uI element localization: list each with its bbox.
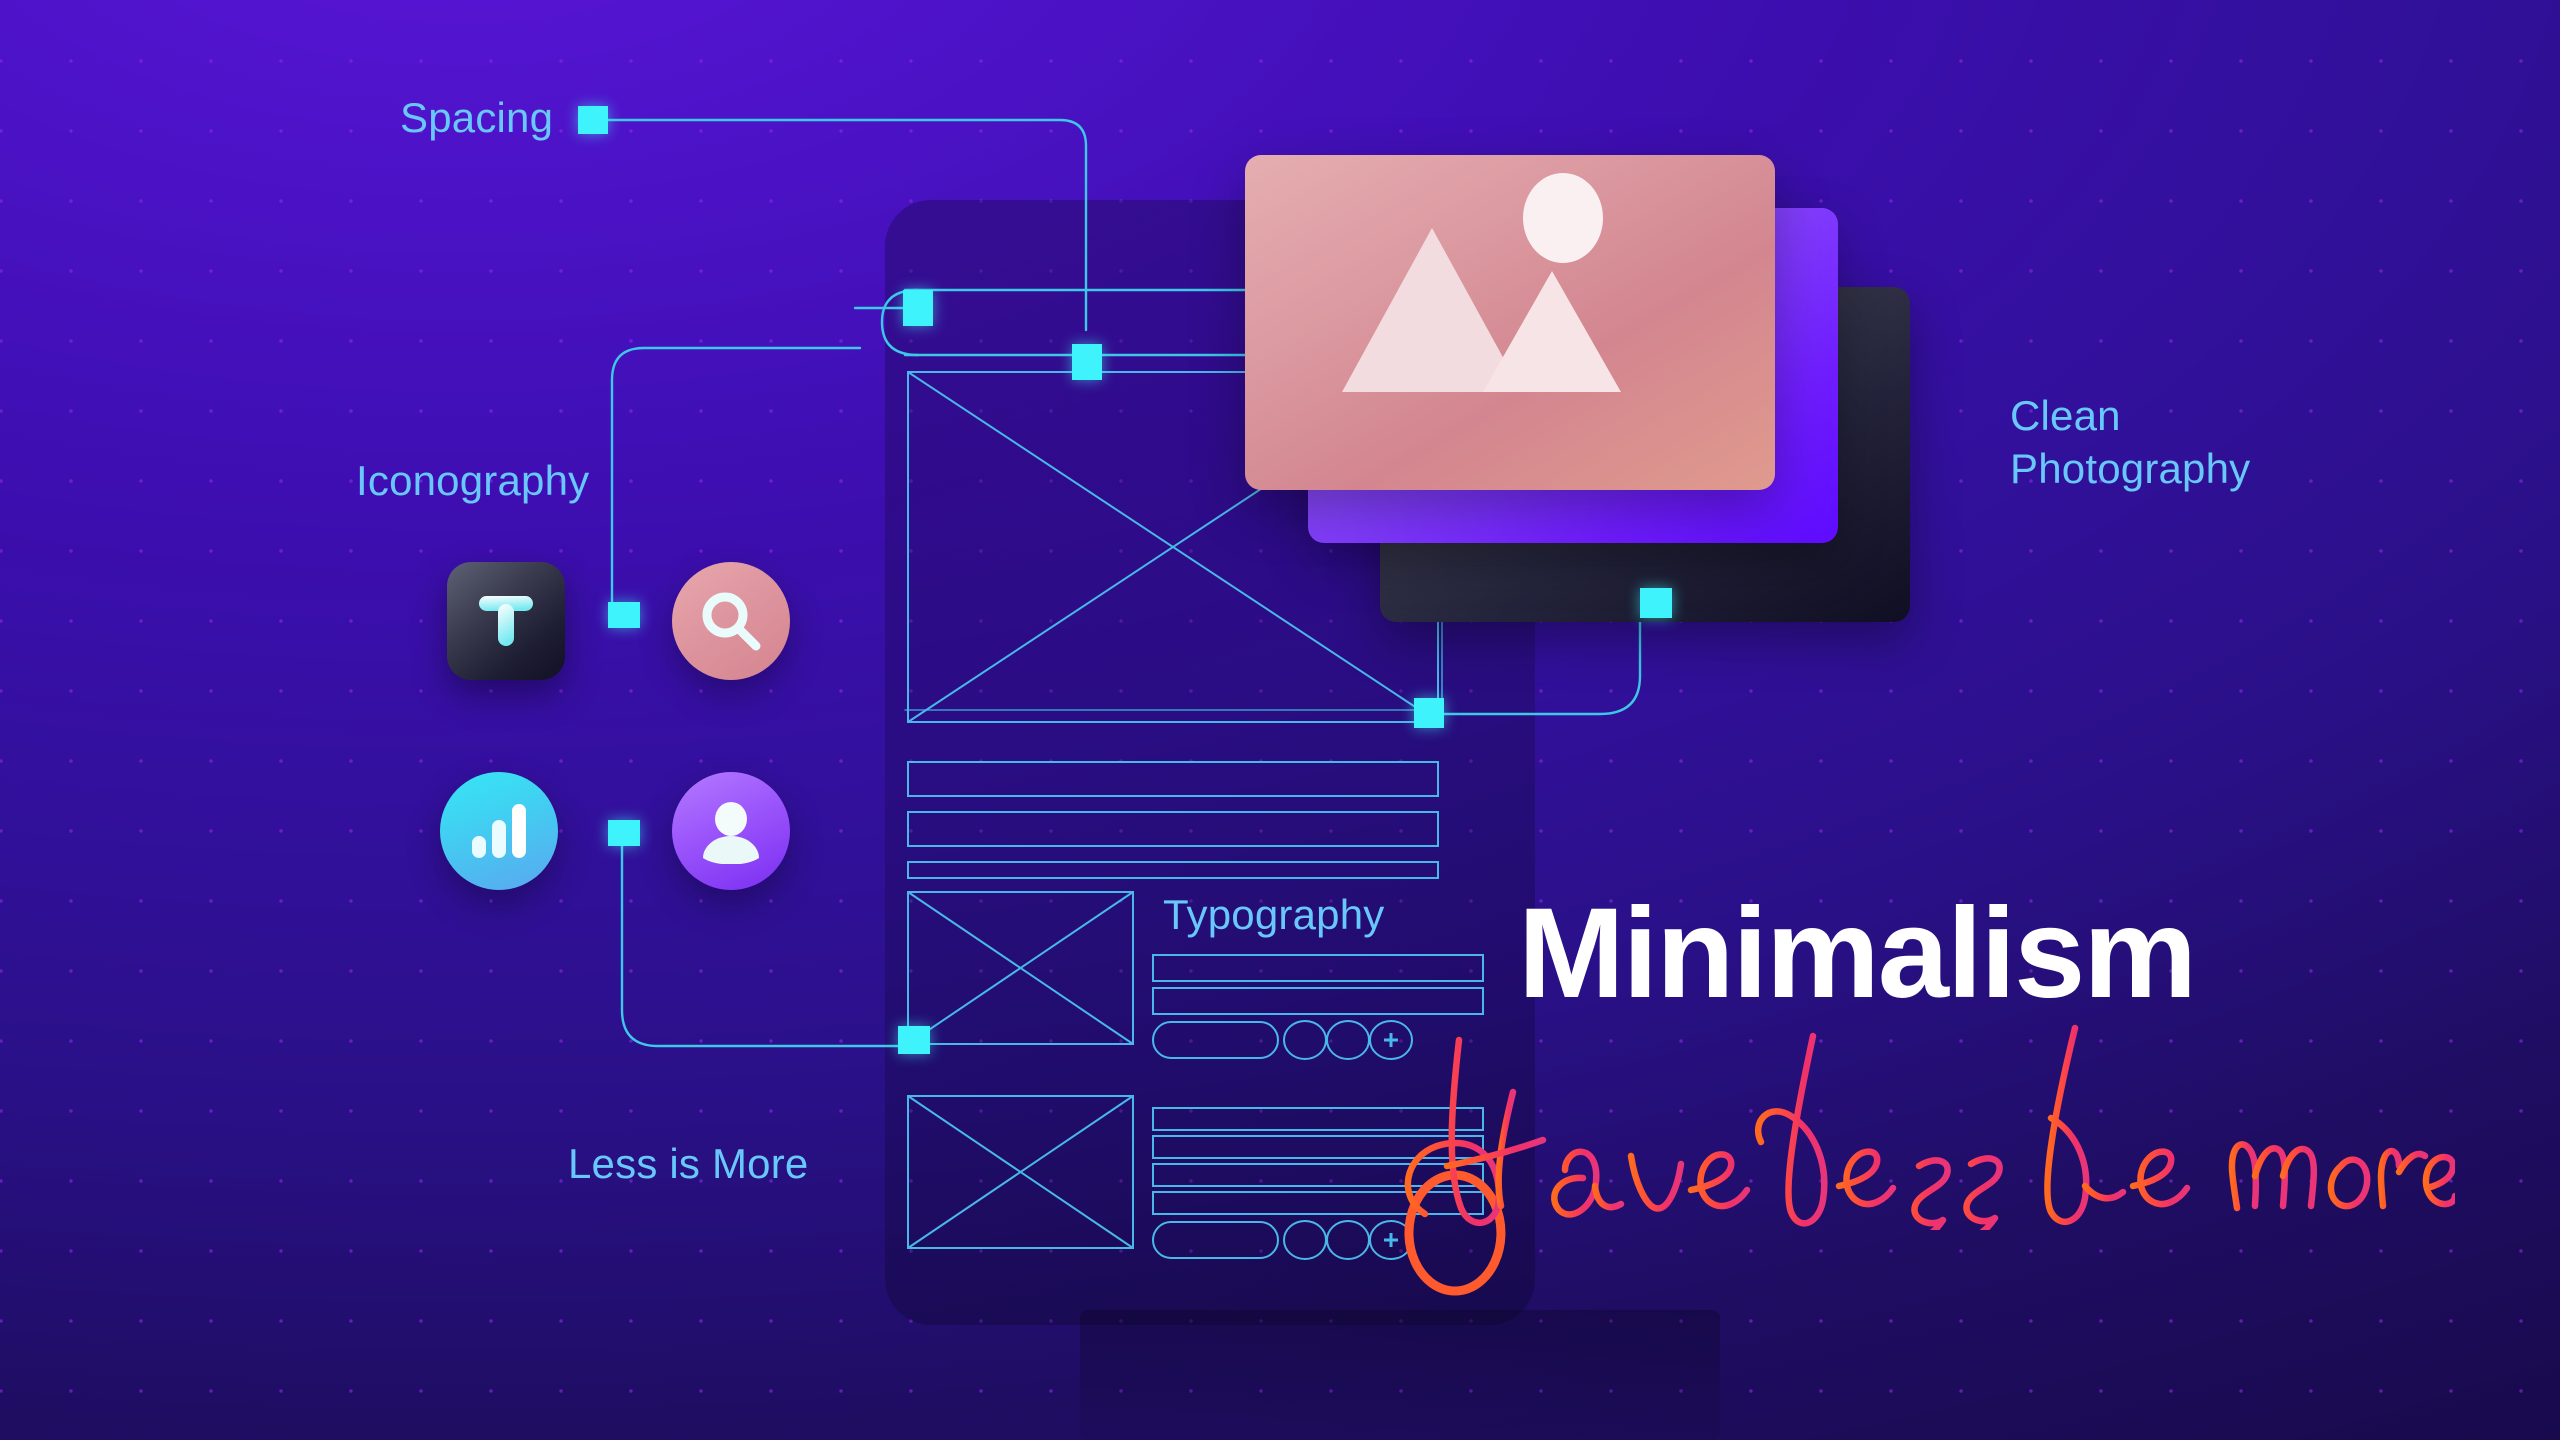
user-avatar-icon[interactable] xyxy=(672,772,790,890)
tagline-script-svg xyxy=(1404,1024,2459,1246)
wireframe-card-2-thumb xyxy=(907,1095,1134,1249)
label-iconography: Iconography xyxy=(356,457,590,504)
wireframe-card-1-actions xyxy=(1152,1020,1413,1060)
page-title: Minimalism xyxy=(1518,882,2197,1025)
node-less-is-more[interactable] xyxy=(898,1026,930,1054)
mountains-and-sun-icon xyxy=(1342,173,1621,392)
letter-t-glyph xyxy=(479,596,533,646)
magnifier-glyph xyxy=(702,592,761,651)
poster-canvas: Spacing Iconography Less is More Typogra… xyxy=(0,0,2560,1440)
label-spacing: Spacing xyxy=(400,94,554,141)
label-less-is-more: Less is More xyxy=(568,1140,809,1187)
label-clean-photography: Clean Photography xyxy=(2010,392,2251,492)
wireframe-card-1-thumb xyxy=(907,891,1134,1045)
node-junction-b[interactable] xyxy=(1072,344,1102,380)
wireframe-text-line-1 xyxy=(907,761,1439,797)
wireframe-text-line-3 xyxy=(907,861,1439,879)
node-junction-a[interactable] xyxy=(903,290,933,326)
node-chart[interactable] xyxy=(608,820,640,846)
label-typography: Typography xyxy=(1163,891,1385,938)
text-tool-icon[interactable] xyxy=(447,562,565,680)
tagline-script xyxy=(1395,1000,2459,1246)
node-wireframe[interactable] xyxy=(1414,698,1444,728)
wireframe-card-1-line-1 xyxy=(1152,954,1484,982)
photo-card-front xyxy=(1245,155,1775,490)
wireframe-card-2-actions xyxy=(1152,1220,1413,1260)
node-spacing[interactable] xyxy=(578,106,608,134)
node-iconography[interactable] xyxy=(608,602,640,628)
bars-glyph xyxy=(472,804,526,858)
node-photo[interactable] xyxy=(1640,588,1672,618)
wireframe-text-line-2 xyxy=(907,811,1439,847)
person-glyph xyxy=(703,802,759,864)
bar-chart-icon[interactable] xyxy=(440,772,558,890)
search-icon[interactable] xyxy=(672,562,790,680)
